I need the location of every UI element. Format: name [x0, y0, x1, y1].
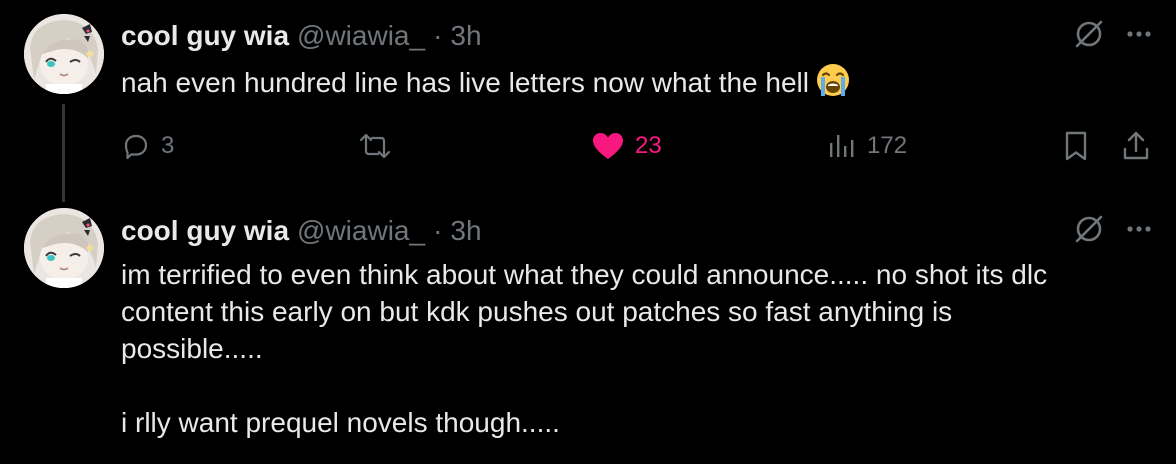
more-icon[interactable] [1124, 19, 1154, 54]
avatar-image [24, 208, 104, 288]
timestamp[interactable]: 3h [450, 20, 481, 52]
tweet-header: cool guy wia @wiawia_ · 3h [121, 16, 482, 56]
reply-button[interactable]: 3 [121, 126, 174, 166]
grok-icon[interactable] [1072, 17, 1106, 56]
tweet-text: im terrified to even think about what th… [121, 259, 1048, 438]
tweet-action-bar: 3 23 172 [121, 126, 1155, 166]
avatar[interactable] [24, 208, 104, 288]
tweet-text: nah even hundred line has live letters n… [121, 62, 1161, 107]
grok-icon[interactable] [1072, 212, 1106, 251]
heart-icon [593, 133, 623, 159]
tweet-text-content: nah even hundred line has live letters n… [121, 67, 809, 98]
view-count: 172 [867, 132, 908, 159]
dot-separator: · [433, 215, 443, 246]
bookmark-icon [1065, 131, 1087, 161]
tweet-header-actions [1072, 16, 1154, 56]
views-button[interactable]: 172 [827, 126, 907, 166]
views-icon [830, 135, 854, 157]
like-button[interactable]: 23 [591, 126, 662, 166]
retweet-button[interactable] [357, 126, 393, 166]
share-button[interactable] [1121, 126, 1151, 166]
dot-separator: · [433, 20, 443, 51]
retweet-icon [359, 133, 391, 159]
display-name[interactable]: cool guy wia [121, 215, 289, 247]
tweet-header: cool guy wia @wiawia_ · 3h [121, 211, 482, 251]
like-count: 23 [635, 132, 662, 159]
reply-icon [124, 134, 148, 160]
user-handle[interactable]: @wiawia_ [297, 215, 425, 247]
loudly-crying-face-icon [815, 62, 851, 107]
reply-count: 3 [161, 132, 175, 159]
timestamp[interactable]: 3h [450, 215, 481, 247]
avatar-image [24, 14, 104, 94]
thread-line [62, 104, 65, 202]
share-icon [1123, 131, 1149, 160]
user-handle[interactable]: @wiawia_ [297, 20, 425, 52]
display-name[interactable]: cool guy wia [121, 20, 289, 52]
tweet-header-actions [1072, 211, 1154, 251]
avatar[interactable] [24, 14, 104, 94]
bookmark-button[interactable] [1061, 126, 1091, 166]
more-icon[interactable] [1124, 214, 1154, 249]
